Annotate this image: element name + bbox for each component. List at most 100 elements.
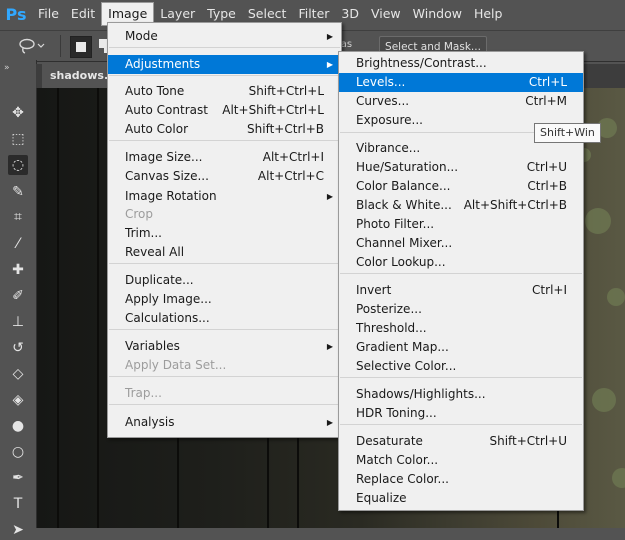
menu-item-label: Invert (356, 283, 392, 297)
menu-edit[interactable]: Edit (65, 3, 101, 25)
move-icon[interactable]: ✥ (8, 103, 28, 123)
menu-item-adjustments[interactable]: Adjustments ▶ (108, 55, 341, 74)
crop-icon[interactable]: ⌗ (8, 207, 28, 227)
menu-item-image-rotation[interactable]: Image Rotation ▶ (108, 187, 341, 206)
menu-item-replace-color[interactable]: Replace Color... (339, 470, 583, 489)
menu-item-label: Image Size... (125, 150, 203, 164)
menu-separator (109, 376, 340, 377)
menu-item-label: Color Lookup... (356, 255, 446, 269)
eyedropper-icon[interactable]: ⁄ (8, 234, 28, 254)
menu-item-mode[interactable]: Mode ▶ (108, 27, 341, 46)
menu-item-hue-saturation[interactable]: Hue/Saturation... Ctrl+U (339, 158, 583, 177)
menu-item-desaturate[interactable]: Desaturate Shift+Ctrl+U (339, 432, 583, 451)
menu-item-auto-tone[interactable]: Auto Tone Shift+Ctrl+L (108, 82, 341, 101)
menu-item-label: Equalize (356, 491, 407, 505)
menu-item-label: Trap... (125, 386, 162, 400)
submenu-arrow-icon: ▶ (326, 32, 333, 41)
menu-item-shortcut: Alt+Ctrl+I (262, 150, 324, 164)
menu-separator (109, 140, 340, 141)
clone-stamp-icon[interactable]: ⊥ (8, 312, 28, 332)
menu-item-selective-color[interactable]: Selective Color... (339, 357, 583, 376)
menu-item-color-lookup[interactable]: Color Lookup... (339, 253, 583, 272)
healing-brush-icon[interactable]: ✚ (8, 260, 28, 280)
menu-item-duplicate[interactable]: Duplicate... (108, 271, 341, 290)
menu-item-image-size[interactable]: Image Size... Alt+Ctrl+I (108, 148, 341, 167)
menu-item-threshold[interactable]: Threshold... (339, 319, 583, 338)
menu-item-canvas-size[interactable]: Canvas Size... Alt+Ctrl+C (108, 167, 341, 186)
foliage-patch (612, 468, 625, 488)
menu-item-label: Levels... (356, 75, 406, 89)
menu-item-shortcut: Alt+Shift+Ctrl+L (222, 103, 324, 117)
brush-icon[interactable]: ✐ (8, 286, 28, 306)
menu-item-analysis[interactable]: Analysis ▶ (108, 413, 341, 432)
menu-item-shortcut: Ctrl+U (526, 160, 567, 174)
menu-item-shortcut: Ctrl+M (525, 94, 567, 108)
menu-item-photo-filter[interactable]: Photo Filter... (339, 215, 583, 234)
menu-window[interactable]: Window (407, 3, 468, 25)
menu-item-label: Selective Color... (356, 359, 457, 373)
menu-item-match-color[interactable]: Match Color... (339, 451, 583, 470)
shortcut-tooltip: Shift+Win (534, 123, 601, 143)
menu-file[interactable]: File (32, 3, 65, 25)
menu-item-label: Auto Color (125, 122, 189, 136)
submenu-arrow-icon: ▶ (326, 192, 333, 201)
adjustments-submenu: Brightness/Contrast... Levels... Ctrl+L Cur… (338, 51, 584, 511)
lasso-preset-icon[interactable] (18, 38, 46, 54)
menu-item-shortcut: Shift+Ctrl+B (247, 122, 324, 136)
menu-separator (109, 263, 340, 264)
new-selection-icon[interactable] (70, 36, 92, 58)
tree-trunk (97, 88, 99, 528)
menu-item-trim[interactable]: Trim... (108, 224, 341, 243)
submenu-arrow-icon: ▶ (326, 418, 333, 427)
menu-item-label: Match Color... (356, 453, 439, 467)
menu-item-reveal-all[interactable]: Reveal All (108, 243, 341, 262)
menu-item-curves[interactable]: Curves... Ctrl+M (339, 92, 583, 111)
menu-item-auto-color[interactable]: Auto Color Shift+Ctrl+B (108, 120, 341, 139)
history-brush-icon[interactable]: ↺ (8, 338, 28, 358)
paint-bucket-icon[interactable]: ◈ (8, 390, 28, 410)
menu-item-levels[interactable]: Levels... Ctrl+L (339, 73, 583, 92)
lasso-icon[interactable]: ◌ (8, 155, 28, 175)
marquee-icon[interactable]: ⬚ (8, 129, 28, 149)
menu-item-color-balance[interactable]: Color Balance... Ctrl+B (339, 177, 583, 196)
menu-item-gradient-map[interactable]: Gradient Map... (339, 338, 583, 357)
collapse-panel-icon[interactable]: » (4, 63, 10, 73)
menu-item-label: HDR Toning... (356, 406, 437, 420)
menu-view[interactable]: View (365, 3, 407, 25)
menu-item-label: Auto Contrast (125, 103, 208, 117)
menu-item-auto-contrast[interactable]: Auto Contrast Alt+Shift+Ctrl+L (108, 101, 341, 120)
menu-item-shadows-highlights[interactable]: Shadows/Highlights... (339, 385, 583, 404)
menu-item-label: Photo Filter... (356, 217, 435, 231)
menu-item-calculations[interactable]: Calculations... (108, 309, 341, 328)
menu-item-invert[interactable]: Invert Ctrl+I (339, 281, 583, 300)
menu-help[interactable]: Help (468, 3, 509, 25)
menu-item-variables[interactable]: Variables ▶ (108, 337, 341, 356)
menu-item-posterize[interactable]: Posterize... (339, 300, 583, 319)
menu-separator (340, 377, 582, 378)
menu-item-label: Hue/Saturation... (356, 160, 459, 174)
menu-item-label: Adjustments (125, 57, 201, 71)
menu-separator (109, 404, 340, 405)
menu-item-hdr-toning[interactable]: HDR Toning... (339, 404, 583, 423)
menu-item-shortcut: Ctrl+B (527, 179, 567, 193)
quick-selection-icon[interactable]: ✎ (8, 182, 28, 202)
menu-item-equalize[interactable]: Equalize (339, 489, 583, 508)
menu-item-label: Apply Data Set... (125, 358, 227, 372)
menu-item-label: Posterize... (356, 302, 422, 316)
menu-item-black-white[interactable]: Black & White... Alt+Shift+Ctrl+B (339, 196, 583, 215)
menu-item-label: Replace Color... (356, 472, 449, 486)
blur-icon[interactable]: ● (8, 416, 28, 436)
menu-item-channel-mixer[interactable]: Channel Mixer... (339, 234, 583, 253)
path-selection-icon[interactable]: ➤ (8, 520, 28, 540)
menu-item-label: Color Balance... (356, 179, 451, 193)
type-icon[interactable]: T (8, 494, 28, 514)
menu-separator (109, 75, 340, 76)
pen-icon[interactable]: ✒ (8, 468, 28, 488)
menu-item-apply-image[interactable]: Apply Image... (108, 290, 341, 309)
tools-panel: » ✥ ⬚ ◌ ✎ ⌗ ⁄ ✚ ✐ ⊥ ↺ ◇ ◈ ● ○ ✒ T ➤ (0, 60, 37, 538)
eraser-icon[interactable]: ◇ (8, 364, 28, 384)
dodge-icon[interactable]: ○ (8, 442, 28, 462)
menu-item-brightness-contrast[interactable]: Brightness/Contrast... (339, 54, 583, 73)
submenu-arrow-icon: ▶ (326, 342, 333, 351)
menu-item-shortcut: Ctrl+I (532, 283, 567, 297)
